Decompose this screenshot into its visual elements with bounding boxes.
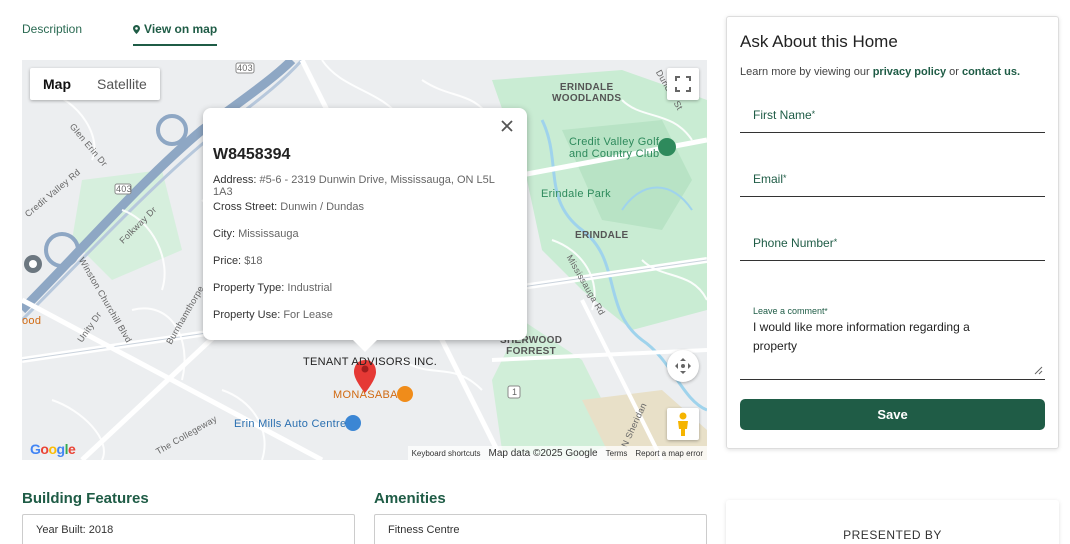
google-logo[interactable]: Google (30, 441, 76, 457)
form-subtitle-text: Learn more by viewing our (740, 66, 873, 78)
fullscreen-icon (675, 76, 691, 92)
map-type-satellite-button[interactable]: Satellite (84, 68, 160, 100)
map-label-credit-valley-golf: Credit Valley Golf and Country Club (569, 136, 660, 160)
info-label: Address: (213, 174, 257, 186)
map-data-text: Map data ©2025 Google (488, 447, 598, 459)
info-row-address: Address: #5-6 - 2319 Dunwin Drive, Missi… (213, 174, 517, 201)
map-type-control: Map Satellite (30, 68, 160, 100)
street-view-pegman-button[interactable] (667, 408, 699, 440)
building-features-box: Year Built: 2018 (22, 514, 355, 544)
route-shield-1: 1 (512, 387, 518, 397)
info-label: Property Type: (213, 282, 285, 294)
presented-by-card: PRESENTED BY (726, 500, 1059, 544)
comment-label-text: Leave a comment (753, 306, 825, 316)
info-value: Mississauga (238, 228, 299, 240)
email-label-text: Email (753, 172, 784, 186)
pegman-icon (678, 412, 688, 436)
comment-value: I would like more information regarding … (753, 320, 970, 353)
resize-grip-icon[interactable] (1034, 366, 1043, 375)
map-type-map-button[interactable]: Map (30, 68, 84, 100)
email-field[interactable]: Email* (740, 152, 1045, 197)
report-map-error-link[interactable]: Report a map error (635, 449, 703, 458)
privacy-policy-link[interactable]: privacy policy (873, 66, 946, 78)
map-label-ood: ood (22, 315, 42, 327)
info-row-property-use: Property Use: For Lease (213, 309, 517, 336)
highway-shield-403-top: 403 (237, 63, 253, 73)
camera-control-icon (675, 358, 691, 374)
comment-textarea[interactable]: Leave a comment* I would like more infor… (740, 280, 1045, 380)
form-title: Ask About this Home (740, 32, 898, 51)
info-row-cross-street: Cross Street: Dunwin / Dundas (213, 201, 517, 228)
terms-link[interactable]: Terms (606, 449, 628, 458)
info-label: Price: (213, 255, 242, 267)
info-value: Industrial (287, 282, 333, 294)
tab-description[interactable]: Description (22, 22, 82, 46)
map-label-erindale-woodlands: ERINDALE WOODLANDS (552, 82, 622, 104)
fullscreen-button[interactable] (667, 68, 699, 100)
required-mark: * (833, 237, 838, 247)
info-row-price: Price: $18 (213, 255, 517, 282)
map-pin-icon (133, 25, 141, 34)
camera-control-button[interactable] (667, 350, 699, 382)
map-label-tenant-advisors: TENANT ADVISORS INC. (303, 356, 438, 368)
info-value: For Lease (283, 309, 333, 321)
tab-view-on-map-label: View on map (144, 22, 218, 36)
map-label-erin-mills-auto: Erin Mills Auto Centre (234, 418, 347, 430)
form-subtitle-or: or (946, 66, 962, 78)
map-label-erindale-park: Erindale Park (541, 188, 611, 200)
highway-shield-403-left: 403 (116, 184, 132, 194)
ask-about-home-form: Ask About this Home Learn more by viewin… (726, 16, 1059, 449)
phone-number-label: Phone Number* (753, 236, 837, 250)
listing-tabs: Description View on map (22, 22, 218, 46)
info-row-property-type: Property Type: Industrial (213, 282, 517, 309)
contact-us-link[interactable]: contact us. (962, 66, 1020, 78)
info-value: Dunwin / Dundas (280, 201, 365, 213)
map-label-erindale: ERINDALE (575, 230, 629, 241)
tab-description-label: Description (22, 22, 83, 36)
listing-page: Description View on map 403 403 1 ERINDA… (0, 0, 1070, 544)
required-mark: * (783, 173, 787, 183)
first-name-label: First Name* (753, 108, 815, 122)
info-row-city: City: Mississauga (213, 228, 517, 255)
amenities-title: Amenities (374, 490, 446, 507)
listing-id: W8458394 (213, 146, 291, 163)
map-attribution: Keyboard shortcuts Map data ©2025 Google… (407, 446, 707, 460)
email-label: Email* (753, 172, 787, 186)
tab-view-on-map[interactable]: View on map (133, 22, 218, 46)
building-features-title: Building Features (22, 490, 149, 507)
amenities-box: Fitness Centre (374, 514, 707, 544)
required-mark: * (811, 109, 816, 119)
info-label: Cross Street: (213, 201, 278, 213)
phone-number-label-text: Phone Number (753, 236, 834, 250)
form-subtitle: Learn more by viewing our privacy policy… (740, 66, 1045, 78)
comment-label: Leave a comment* (753, 280, 1032, 316)
save-button[interactable]: Save (740, 399, 1045, 430)
required-mark: * (824, 307, 828, 316)
first-name-field[interactable]: First Name* (740, 88, 1045, 133)
amenity-fitness-centre: Fitness Centre (388, 524, 460, 536)
info-value: $18 (244, 255, 263, 267)
first-name-label-text: First Name (753, 108, 812, 122)
info-label: Property Use: (213, 309, 281, 321)
keyboard-shortcuts-link[interactable]: Keyboard shortcuts (412, 449, 481, 458)
google-map[interactable]: 403 403 1 ERINDALE WOODLANDS Credit Vall… (22, 60, 707, 460)
presented-by-label: PRESENTED BY (843, 528, 942, 542)
phone-number-field[interactable]: Phone Number* (740, 216, 1045, 261)
map-info-window: W8458394 Address: #5-6 - 2319 Dunwin Dri… (203, 108, 527, 352)
close-icon[interactable] (499, 118, 515, 134)
map-label-monasaba: MONASABA (333, 389, 398, 401)
info-label: City: (213, 228, 235, 240)
year-built: Year Built: 2018 (36, 524, 114, 536)
info-value: #5-6 - 2319 Dunwin Drive, Mississauga, O… (213, 174, 495, 198)
